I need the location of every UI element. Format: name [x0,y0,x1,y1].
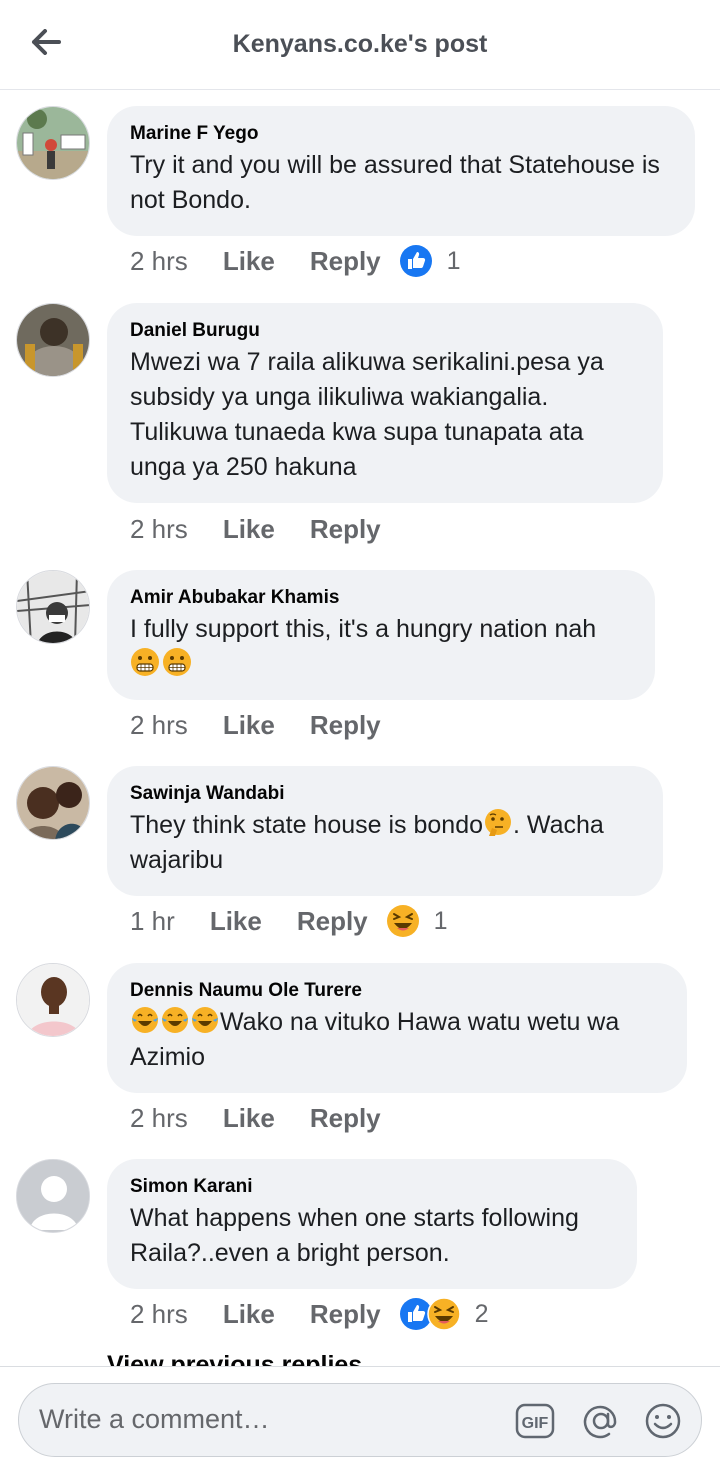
comment-actions: 2 hrs Like Reply [130,1100,416,1136]
comment-text: I fully support this, it's a hungry nati… [130,612,631,682]
like-button[interactable]: Like [223,246,275,277]
gif-button[interactable]: GIF [515,1401,555,1441]
reply-button[interactable]: Reply [297,906,368,937]
comment-bubble: Daniel Burugu Mwezi wa 7 raila alikuwa s… [107,303,663,503]
tears-of-joy-emoji [192,1007,218,1033]
page-title: Kenyans.co.ke's post [232,30,488,58]
reply-button[interactable]: Reply [310,1299,381,1330]
view-more-replies-link[interactable]: View previous replies [107,1352,362,1366]
comment-author[interactable]: Sawinja Wandabi [130,782,639,806]
comment-time[interactable]: 2 hrs [130,1299,188,1330]
comment-actions: 2 hrs Like Reply 1 [130,243,461,279]
comment-composer: Write a comment… GIF [0,1366,720,1471]
emoji-button[interactable] [643,1401,683,1441]
thinking-face-emoji [485,809,512,836]
tears-of-joy-emoji [132,1007,158,1033]
gif-label: GIF [522,1415,549,1432]
like-button[interactable]: Like [223,514,275,545]
avatar[interactable] [16,766,90,840]
comment-text: What happens when one starts following R… [130,1204,579,1267]
comment-author[interactable]: Daniel Burugu [130,319,639,343]
avatar[interactable] [16,963,90,1037]
comment-bubble: Amir Abubakar Khamis I fully support thi… [107,570,655,700]
comment-text: They think state house is bondo . Wacha … [130,808,639,878]
comment-actions: 2 hrs Like Reply [130,511,416,547]
reply-button[interactable]: Reply [310,514,381,545]
comment-text-part: wajaribu [130,846,224,874]
comment-actions: 2 hrs Like Reply 2 [130,1296,489,1332]
reaction-count: 1 [446,246,461,275]
comment-input[interactable]: Write a comment… GIF [18,1383,702,1457]
reply-button[interactable]: Reply [310,1103,381,1134]
comment-time[interactable]: 2 hrs [130,710,188,741]
comment-time[interactable]: 2 hrs [130,1103,188,1134]
at-mention-icon [583,1405,617,1439]
gif-icon: GIF [515,1403,555,1439]
comment-author[interactable]: Marine F Yego [130,122,671,146]
comment-bubble: Sawinja Wandabi They think state house i… [107,766,663,896]
default-avatar-icon [17,1160,89,1232]
comment-time[interactable]: 1 hr [130,906,175,937]
like-button[interactable]: Like [223,1103,275,1134]
like-reaction-icon [399,245,432,277]
avatar[interactable] [16,570,90,644]
comment-bubble: Marine F Yego Try it and you will be ass… [107,106,695,236]
like-button[interactable]: Like [223,1299,275,1330]
comment-bubble: Dennis Naumu Ole Turere Wako na vituko H… [107,963,687,1093]
reaction-count: 2 [474,1299,489,1328]
comment-text-part: They think state house is bondo [130,811,484,839]
like-button[interactable]: Like [223,710,275,741]
comment-author[interactable]: Simon Karani [130,1175,613,1199]
comment-text-part: Azimio [130,1043,206,1071]
comment-actions: 1 hr Like Reply 1 [130,903,448,939]
reaction-count: 1 [433,906,448,935]
comment-text: Try it and you will be assured that Stat… [130,151,660,214]
comment-author[interactable]: Amir Abubakar Khamis [130,586,631,610]
mention-button[interactable] [581,1401,621,1441]
comment-text: Wako na vituko Hawa watu wetu wa Azimio [130,1005,663,1075]
avatar[interactable] [16,106,90,180]
like-button[interactable]: Like [210,906,262,937]
avatar[interactable] [16,1159,90,1233]
comment-text: Mwezi wa 7 raila alikuwa serikalini.pesa… [130,348,604,481]
post-header: Kenyans.co.ke's post [0,0,720,90]
grimacing-face-emoji [163,648,191,676]
smiley-icon [645,1403,681,1439]
reply-button[interactable]: Reply [310,710,381,741]
comment-text-part: . Wacha [513,811,604,839]
comment-input-placeholder: Write a comment… [39,1404,270,1434]
haha-reaction-icon [426,1297,461,1331]
comment-text-body: I fully support this, it's a hungry nati… [130,615,597,643]
reaction-summary[interactable]: 1 [399,244,461,278]
avatar[interactable] [16,303,90,377]
tears-of-joy-emoji [162,1007,188,1033]
haha-reaction-icon [386,905,419,937]
grimacing-face-emoji [131,648,159,676]
comment-bubble: Simon Karani What happens when one start… [107,1159,637,1289]
reply-button[interactable]: Reply [310,246,381,277]
comment-time[interactable]: 2 hrs [130,246,188,277]
comment-actions: 2 hrs Like Reply [130,707,416,743]
reaction-summary[interactable]: 1 [386,904,448,938]
comment-author[interactable]: Dennis Naumu Ole Turere [130,979,663,1003]
comment-time[interactable]: 2 hrs [130,514,188,545]
reaction-summary[interactable]: 2 [399,1297,489,1331]
comment-text-part: Wako na vituko Hawa watu wetu wa [220,1008,620,1036]
